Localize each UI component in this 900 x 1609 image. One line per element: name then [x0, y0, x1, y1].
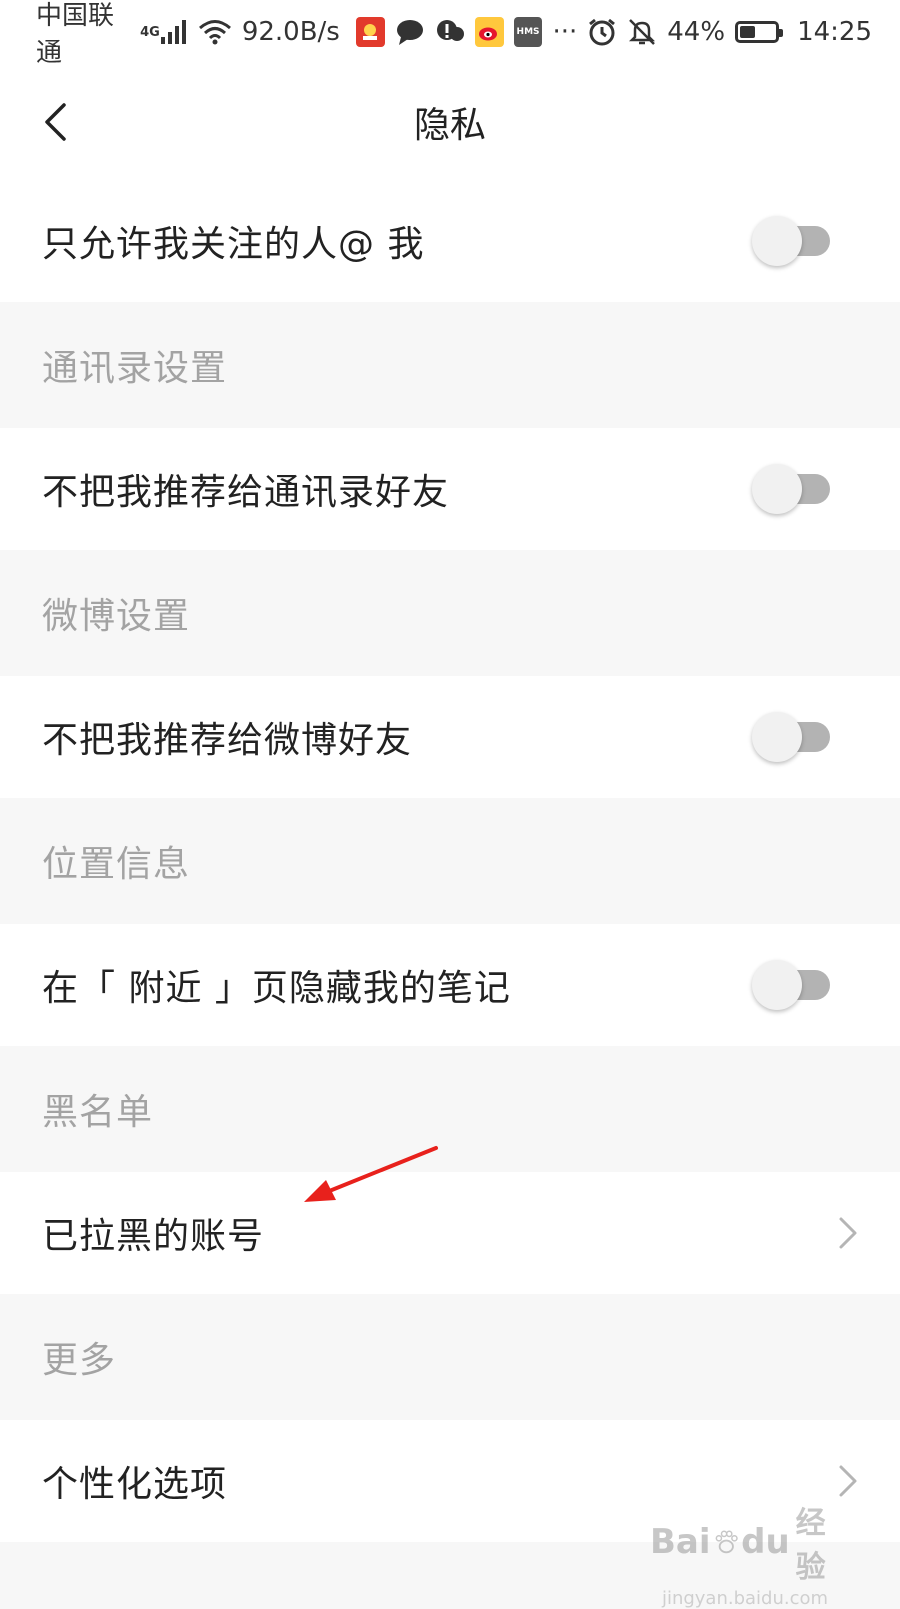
weibo-toggle[interactable] [752, 712, 832, 762]
chevron-right-icon [839, 1465, 857, 1497]
toggle-thumb [752, 464, 802, 514]
setting-label: 个性化选项 [42, 1464, 228, 1505]
wifi-icon [198, 19, 232, 45]
page-title: 隐私 [413, 105, 486, 146]
message-icon [395, 18, 425, 46]
paw-icon [715, 1530, 738, 1554]
setting-label: 只允许我关注的人@ 我 [42, 224, 425, 265]
watermark-jingyan: 经验 [795, 1506, 826, 1585]
annotation-arrow-icon [304, 1146, 438, 1202]
section-header-label: 通讯录设置 [42, 348, 228, 389]
network-speed: 92.0B/s [241, 17, 340, 47]
section-header-contacts: 通讯录设置 [0, 302, 900, 428]
alarm-icon [587, 17, 617, 47]
network-type: 4G [140, 25, 160, 40]
toggle-thumb [752, 712, 802, 762]
signal-icon: 4G [140, 19, 188, 45]
setting-row-mention-followed-only[interactable]: 只允许我关注的人@ 我 [0, 180, 900, 302]
section-header-label: 黑名单 [42, 1092, 154, 1133]
section-header-label: 微博设置 [42, 596, 191, 637]
battery-percent: 44% [667, 17, 726, 47]
baidu-jingyan-watermark: Bai du 经验 jingyan.baidu.com [650, 1498, 840, 1609]
section-header-label: 更多 [42, 1340, 117, 1381]
hms-icon: HMS [513, 17, 543, 47]
mention-toggle[interactable] [752, 216, 832, 266]
weibo-icon [474, 17, 504, 47]
back-button[interactable] [30, 94, 80, 150]
mute-icon [627, 17, 657, 47]
toggle-thumb [752, 216, 802, 266]
chevron-left-icon [45, 103, 66, 141]
setting-label: 不把我推荐给通讯录好友 [42, 472, 450, 513]
setting-row-hide-from-contacts[interactable]: 不把我推荐给通讯录好友 [0, 428, 900, 550]
watermark-url: jingyan.baidu.com [661, 1588, 829, 1609]
section-header-blacklist: 黑名单 [0, 1046, 900, 1172]
chevron-right-icon [839, 1217, 857, 1249]
carrier-label: 中国联通 [36, 1, 115, 68]
battery-fill [740, 26, 756, 38]
watermark-brand-suffix: du [741, 1522, 790, 1562]
cloud-alert-icon [435, 18, 465, 46]
status-bar-right: 44% 14:25 [577, 17, 872, 47]
watermark-brand: Bai [650, 1522, 711, 1562]
setting-row-blocked-accounts[interactable]: 已拉黑的账号 [0, 1172, 900, 1294]
clock: 14:25 [797, 17, 872, 47]
setting-row-hide-nearby-notes[interactable]: 在「 附近 」页隐藏我的笔记 [0, 924, 900, 1046]
watermark-logo: Bai du 经验 [650, 1498, 840, 1586]
status-bar: 中国联通 4G 92.0B/s HMS ··· 44% 14:25 [0, 0, 900, 68]
status-bar-left: 中国联通 4G 92.0B/s HMS ··· [36, 0, 577, 69]
nearby-toggle[interactable] [752, 960, 832, 1010]
setting-label: 已拉黑的账号 [42, 1216, 265, 1257]
section-header-label: 位置信息 [42, 844, 191, 885]
app-icon [355, 17, 385, 47]
more-indicator: ··· [552, 17, 578, 47]
section-header-weibo: 微博设置 [0, 550, 900, 676]
settings-list: 只允许我关注的人@ 我 通讯录设置 不把我推荐给通讯录好友 微博设置 不把我推荐… [0, 180, 900, 1542]
section-header-more: 更多 [0, 1294, 900, 1420]
toggle-thumb [752, 960, 802, 1010]
contacts-toggle[interactable] [752, 464, 832, 514]
nav-bar: 隐私 [0, 64, 900, 180]
section-header-location: 位置信息 [0, 798, 900, 924]
setting-label: 在「 附近 」页隐藏我的笔记 [42, 968, 511, 1009]
battery-icon [735, 21, 784, 43]
setting-label: 不把我推荐给微博好友 [42, 720, 413, 761]
setting-row-hide-from-weibo[interactable]: 不把我推荐给微博好友 [0, 676, 900, 798]
